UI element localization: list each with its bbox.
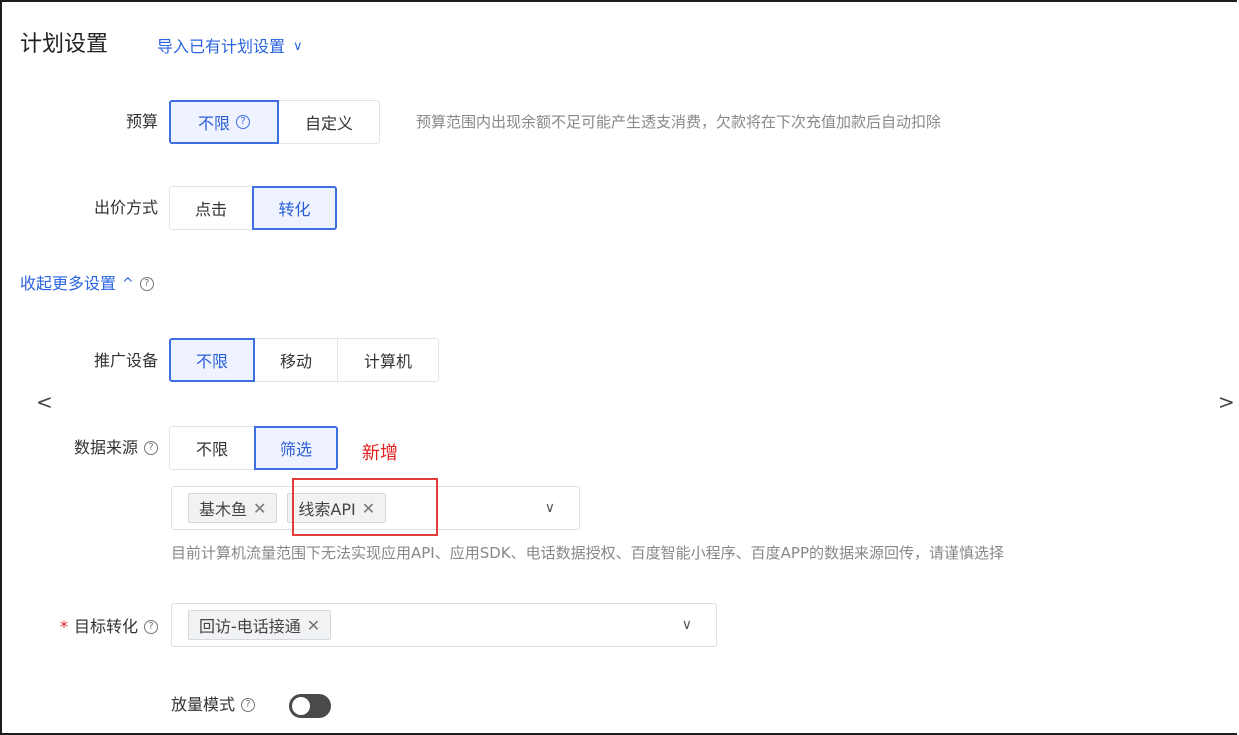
chip-label: 回访-电话接通 [199,617,301,636]
help-icon[interactable]: ? [139,277,154,291]
toggle-knob [292,697,310,715]
import-label: 导入已有计划设置 [157,37,286,56]
chevron-up-icon: ^ [122,276,134,292]
target-label-group: * 目标转化 ? [30,616,158,638]
help-icon[interactable]: ? [144,620,158,634]
bid-option-conversion[interactable]: 转化 [252,186,337,230]
budget-option-unlimited[interactable]: 不限 ? [169,100,279,144]
help-icon[interactable]: ? [236,115,250,129]
amplify-toggle[interactable] [289,694,331,718]
data-source-option-unlimited[interactable]: 不限 [169,426,255,470]
device-label: 推广设备 [93,351,158,370]
collapse-label: 收起更多设置 [20,274,117,293]
collapse-more-settings-link[interactable]: 收起更多设置 ^ ? [20,273,154,295]
chevron-down-icon: ∨ [544,500,555,516]
budget-hint: 预算范围内出现余额不足可能产生透支消费，欠款将在下次充值加款后自动扣除 [416,113,942,131]
device-option-label: 移动 [279,352,312,371]
page-title: 计划设置 [20,32,109,57]
amplify-label: 放量模式 [171,695,236,714]
chip-lead-api: 线索API ✕ [287,493,387,523]
data-source-segment: 不限 筛选 [169,426,338,470]
device-option-label: 计算机 [363,352,412,371]
budget-option-label: 不限 [197,114,230,133]
device-option-computer[interactable]: 计算机 [337,338,439,382]
chip-jimuyu: 基木鱼 ✕ [188,493,278,523]
device-option-label: 不限 [195,352,228,371]
new-annotation: 新增 [362,443,398,464]
data-source-option-label: 筛选 [279,440,312,459]
data-source-option-label: 不限 [195,440,228,459]
device-option-mobile[interactable]: 移动 [254,338,338,382]
chevron-right-icon[interactable]: > [1218,390,1235,414]
data-source-select[interactable]: 基木鱼 ✕ 线索API ✕ ∨ [171,486,580,530]
chip-label: 基木鱼 [199,500,248,519]
budget-option-label: 自定义 [304,114,353,133]
help-icon[interactable]: ? [241,698,256,712]
budget-segment: 不限 ? 自定义 [169,100,380,144]
amplify-label-group: 放量模式 ? [171,694,256,716]
bid-option-click[interactable]: 点击 [169,186,253,230]
import-plan-settings-link[interactable]: 导入已有计划设置 ∨ [157,36,303,58]
required-mark: * [59,617,68,636]
target-conversion-select[interactable]: 回访-电话接通 ✕ ∨ [171,603,717,647]
device-segment: 不限 移动 计算机 [169,338,439,382]
help-icon[interactable]: ? [144,441,158,455]
data-source-label: 数据来源 [73,438,138,457]
close-icon[interactable]: ✕ [307,616,320,635]
bid-option-label: 转化 [278,200,311,219]
bid-method-label: 出价方式 [93,198,158,217]
device-option-unlimited[interactable]: 不限 [169,338,255,382]
data-source-hint: 目前计算机流量范围下无法实现应用API、应用SDK、电话数据授权、百度智能小程序… [171,544,1004,562]
chevron-down-icon: ∨ [681,617,692,633]
target-label: 目标转化 [73,617,138,636]
budget-label: 预算 [125,112,158,131]
budget-option-custom[interactable]: 自定义 [278,100,380,144]
close-icon[interactable]: ✕ [253,499,266,518]
close-icon[interactable]: ✕ [362,499,375,518]
data-source-label-group: 数据来源 ? [40,437,158,459]
chevron-down-icon: ∨ [293,39,303,54]
chip-callback-phone: 回访-电话接通 ✕ [188,610,332,640]
chevron-left-icon[interactable]: < [36,390,53,414]
chip-label: 线索API [298,500,356,519]
data-source-option-filter[interactable]: 筛选 [254,426,338,470]
bid-option-label: 点击 [194,200,227,219]
bid-method-segment: 点击 转化 [169,186,337,230]
